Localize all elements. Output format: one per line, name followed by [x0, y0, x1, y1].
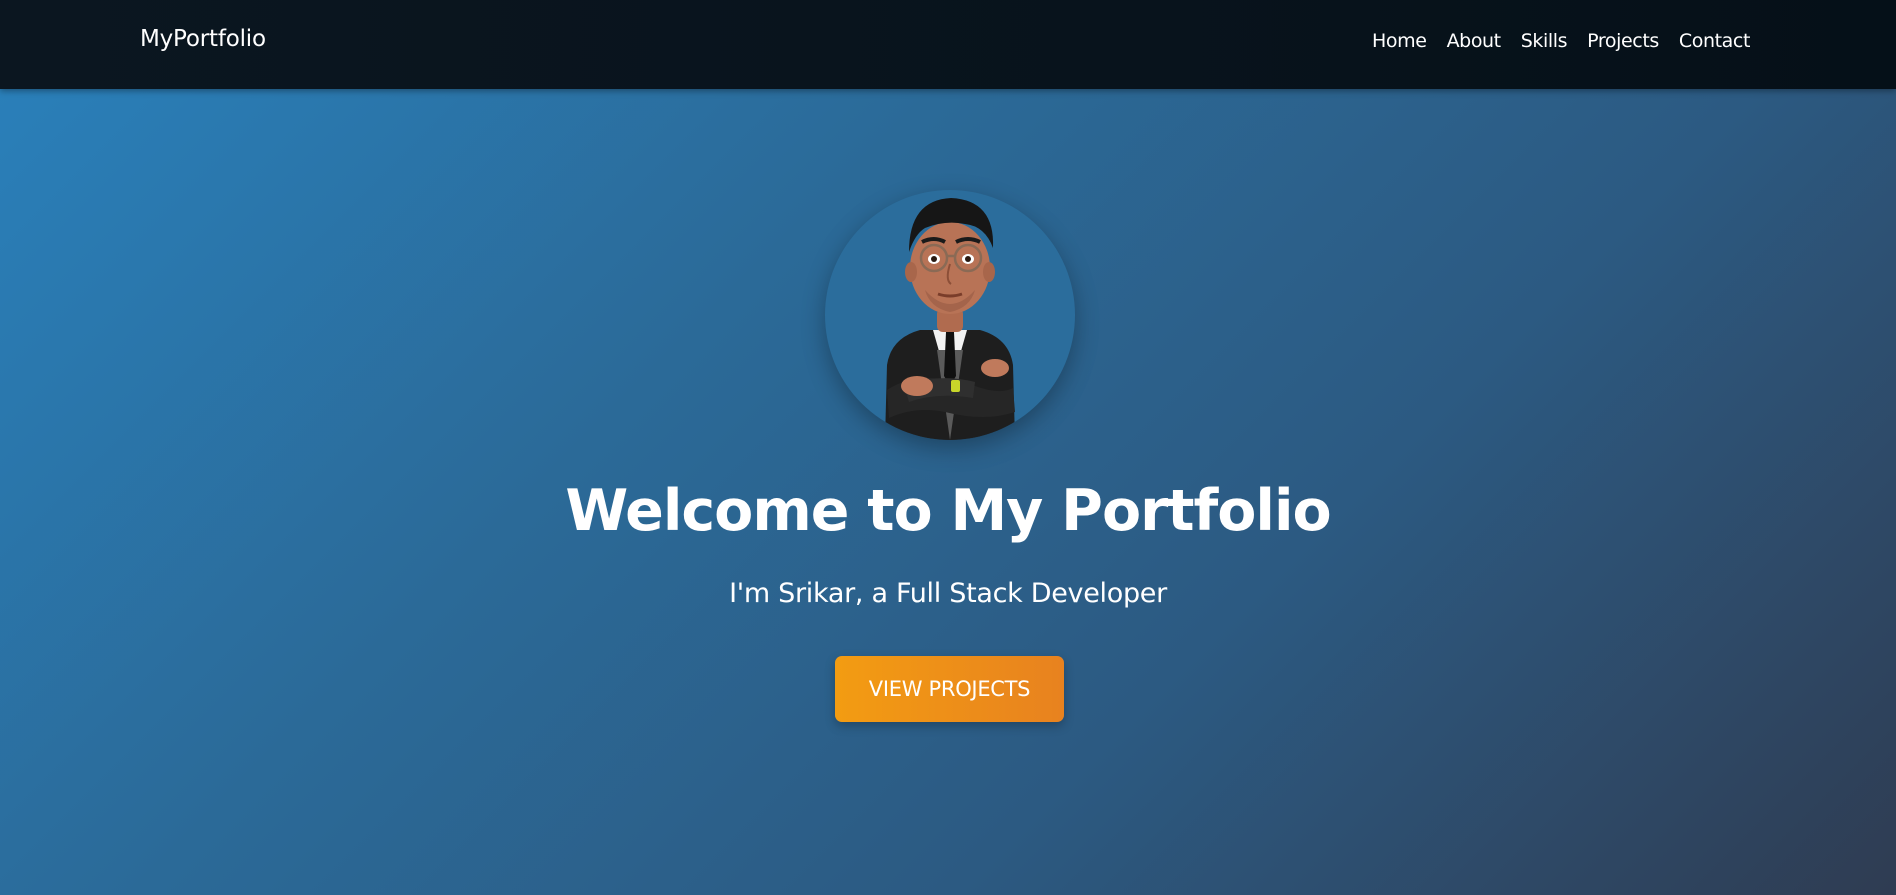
nav-link-skills[interactable]: Skills	[1521, 30, 1568, 52]
nav-links: Home About Skills Projects Contact	[1372, 30, 1750, 52]
nav-link-contact[interactable]: Contact	[1679, 30, 1751, 52]
nav-link-projects[interactable]: Projects	[1587, 30, 1659, 52]
navbar: MyPortfolio Home About Skills Projects C…	[0, 0, 1896, 89]
hero-subtitle: I'm Srikar, a Full Stack Developer	[729, 578, 1167, 609]
hero-title: Welcome to My Portfolio	[565, 478, 1331, 544]
nav-link-home[interactable]: Home	[1372, 30, 1427, 52]
view-projects-button[interactable]: VIEW PROJECTS	[835, 656, 1064, 722]
nav-link-about[interactable]: About	[1447, 30, 1502, 52]
memoji-avatar-icon	[885, 198, 1015, 440]
avatar	[825, 190, 1075, 440]
brand-logo-link[interactable]: MyPortfolio	[140, 26, 266, 52]
